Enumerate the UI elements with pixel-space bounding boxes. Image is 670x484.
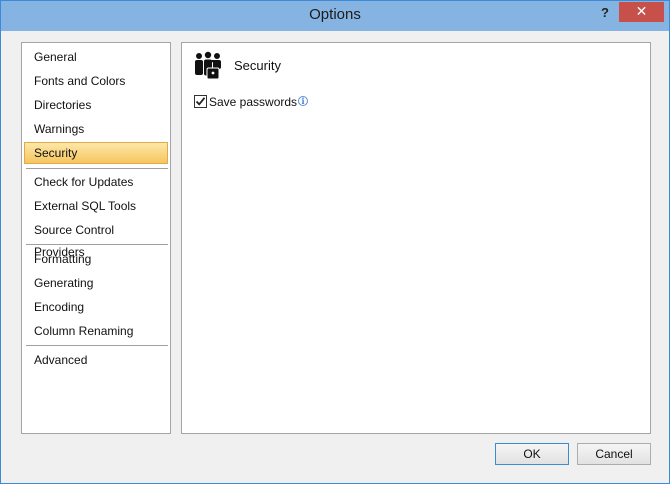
nav-item-formatting[interactable]: Formatting xyxy=(24,248,168,270)
save-passwords-checkbox[interactable] xyxy=(194,95,207,108)
nav-separator xyxy=(26,244,168,245)
ok-button[interactable]: OK xyxy=(495,443,569,465)
nav-item-general[interactable]: General xyxy=(24,46,168,68)
nav-item-security[interactable]: Security xyxy=(24,142,168,164)
nav-separator xyxy=(26,168,168,169)
close-button[interactable]: ✕ xyxy=(619,2,664,22)
nav-item-warnings[interactable]: Warnings xyxy=(24,118,168,140)
save-passwords-label[interactable]: Save passwords xyxy=(209,95,297,109)
options-nav: General Fonts and Colors Directories War… xyxy=(21,42,171,434)
nav-item-check-for-updates[interactable]: Check for Updates xyxy=(24,171,168,193)
users-lock-icon xyxy=(195,51,221,80)
window-title: Options xyxy=(309,6,361,23)
nav-item-advanced[interactable]: Advanced xyxy=(24,349,168,371)
nav-item-generating[interactable]: Generating xyxy=(24,272,168,294)
section-title: Security xyxy=(234,58,281,73)
options-window: Options ? ✕ General Fonts and Colors Dir… xyxy=(0,0,670,484)
checkmark-icon xyxy=(195,97,206,106)
nav-item-external-sql-tools[interactable]: External SQL Tools xyxy=(24,195,168,217)
nav-item-directories[interactable]: Directories xyxy=(24,94,168,116)
security-panel: Security Save passwords i xyxy=(181,42,651,434)
nav-item-column-renaming[interactable]: Column Renaming xyxy=(24,320,168,342)
nav-item-source-control-providers[interactable]: Source Control Providers xyxy=(24,219,168,259)
nav-item-fonts-and-colors[interactable]: Fonts and Colors xyxy=(24,70,168,92)
help-button[interactable]: ? xyxy=(594,3,616,25)
nav-item-encoding[interactable]: Encoding xyxy=(24,296,168,318)
cancel-button[interactable]: Cancel xyxy=(577,443,651,465)
title-bar: Options ? ✕ xyxy=(1,1,669,31)
info-icon[interactable]: i xyxy=(298,96,308,106)
nav-separator xyxy=(26,345,168,346)
